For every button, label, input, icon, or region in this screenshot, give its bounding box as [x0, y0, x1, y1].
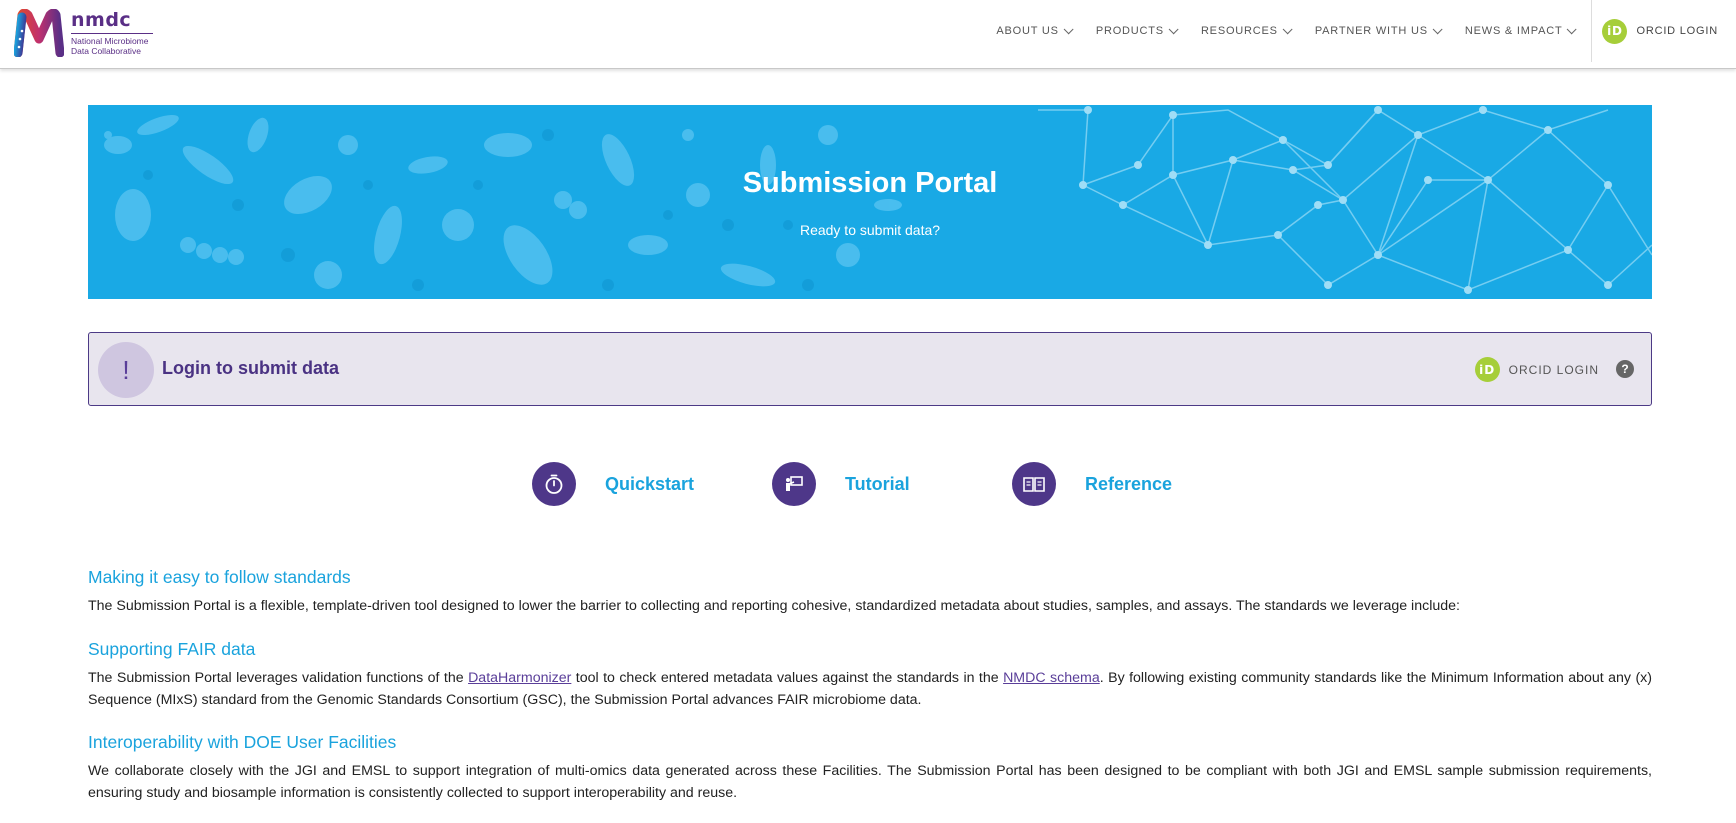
nav-divider — [1591, 0, 1593, 62]
tutorial-link[interactable]: Tutorial — [772, 462, 910, 506]
reference-label: Reference — [1085, 473, 1173, 494]
quickstart-label: Quickstart — [605, 473, 695, 494]
presenter-board-icon — [772, 462, 816, 506]
site-header: nmdc National Microbiome Data Collaborat… — [0, 0, 1736, 69]
standards-section: Making it easy to follow standards The S… — [88, 567, 1652, 617]
chevron-down-icon — [1567, 23, 1578, 34]
hero-banner: Submission Portal Ready to submit data? — [88, 105, 1652, 299]
logo-rule — [71, 33, 153, 34]
nav-products-label: PRODUCTS — [1095, 25, 1164, 37]
nmdc-logo-mark-icon — [14, 9, 64, 57]
page-subtitle: Ready to submit data? — [799, 222, 941, 238]
alert-login-label: ORCID LOGIN — [1508, 362, 1599, 377]
main-nav: ABOUT US PRODUCTS RESOURCES PARTNER WITH… — [996, 0, 1736, 62]
logo-subtitle-line2: Data Collaborative — [71, 46, 141, 56]
page-title: Submission Portal — [742, 167, 998, 199]
stopwatch-icon — [532, 462, 576, 506]
quickstart-link[interactable]: Quickstart — [532, 462, 694, 506]
chevron-down-icon — [1063, 23, 1074, 34]
nav-resources[interactable]: RESOURCES — [1200, 23, 1293, 37]
fair-text-2: tool to check entered metadata values ag… — [571, 670, 1004, 686]
alert-orcid-login-button[interactable]: iD ORCID LOGIN — [1474, 357, 1599, 382]
login-alert: ! Login to submit data iD ORCID LOGIN ? — [88, 332, 1652, 406]
nav-products[interactable]: PRODUCTS — [1095, 23, 1179, 37]
standards-body: The Submission Portal is a flexible, tem… — [88, 598, 1460, 614]
help-icon[interactable]: ? — [1616, 360, 1634, 378]
chevron-down-icon — [1168, 23, 1179, 34]
nav-about-us-label: ABOUT US — [996, 25, 1059, 37]
doe-body: We collaborate closely with the JGI and … — [88, 763, 1652, 801]
tutorial-label: Tutorial — [845, 473, 910, 494]
doe-section: Interoperability with DOE User Facilitie… — [88, 732, 1652, 804]
fair-text-1: The Submission Portal leverages validati… — [88, 670, 469, 686]
nav-resources-label: RESOURCES — [1200, 25, 1278, 37]
header-login-label: ORCID LOGIN — [1636, 25, 1718, 37]
fair-body: The Submission Portal leverages validati… — [88, 667, 1652, 711]
standards-heading: Making it easy to follow standards — [88, 567, 351, 587]
header-orcid-login-button[interactable]: iD ORCID LOGIN — [1602, 18, 1718, 44]
fair-heading: Supporting FAIR data — [88, 639, 256, 659]
orcid-icon: iD — [1602, 18, 1628, 44]
nav-about-us[interactable]: ABOUT US — [996, 23, 1074, 37]
dataharmonizer-link[interactable]: DataHarmonizer — [468, 670, 571, 686]
chevron-down-icon — [1432, 23, 1443, 34]
logo-word: nmdc — [71, 9, 132, 31]
login-alert-text: Login to submit data — [162, 358, 339, 378]
fair-section: Supporting FAIR data The Submission Port… — [88, 639, 1652, 711]
orcid-icon: iD — [1474, 357, 1500, 382]
exclamation-icon: ! — [98, 342, 154, 398]
doe-heading: Interoperability with DOE User Facilitie… — [88, 732, 397, 752]
nav-partner-with-us[interactable]: PARTNER WITH US — [1314, 23, 1443, 37]
nmdc-schema-link[interactable]: NMDC schema — [1003, 670, 1100, 686]
chevron-down-icon — [1282, 23, 1293, 34]
nav-partner-label: PARTNER WITH US — [1314, 25, 1428, 37]
nmdc-logo[interactable]: nmdc National Microbiome Data Collaborat… — [14, 8, 164, 58]
nav-news-label: NEWS & IMPACT — [1464, 25, 1563, 37]
nav-news-impact[interactable]: NEWS & IMPACT — [1464, 23, 1578, 37]
open-book-icon — [1012, 462, 1056, 506]
reference-link[interactable]: Reference — [1012, 462, 1172, 506]
logo-text: nmdc National Microbiome Data Collaborat… — [71, 10, 153, 56]
microbe-network-illustration — [104, 106, 1652, 294]
logo-subtitle-line1: National Microbiome — [71, 36, 149, 46]
